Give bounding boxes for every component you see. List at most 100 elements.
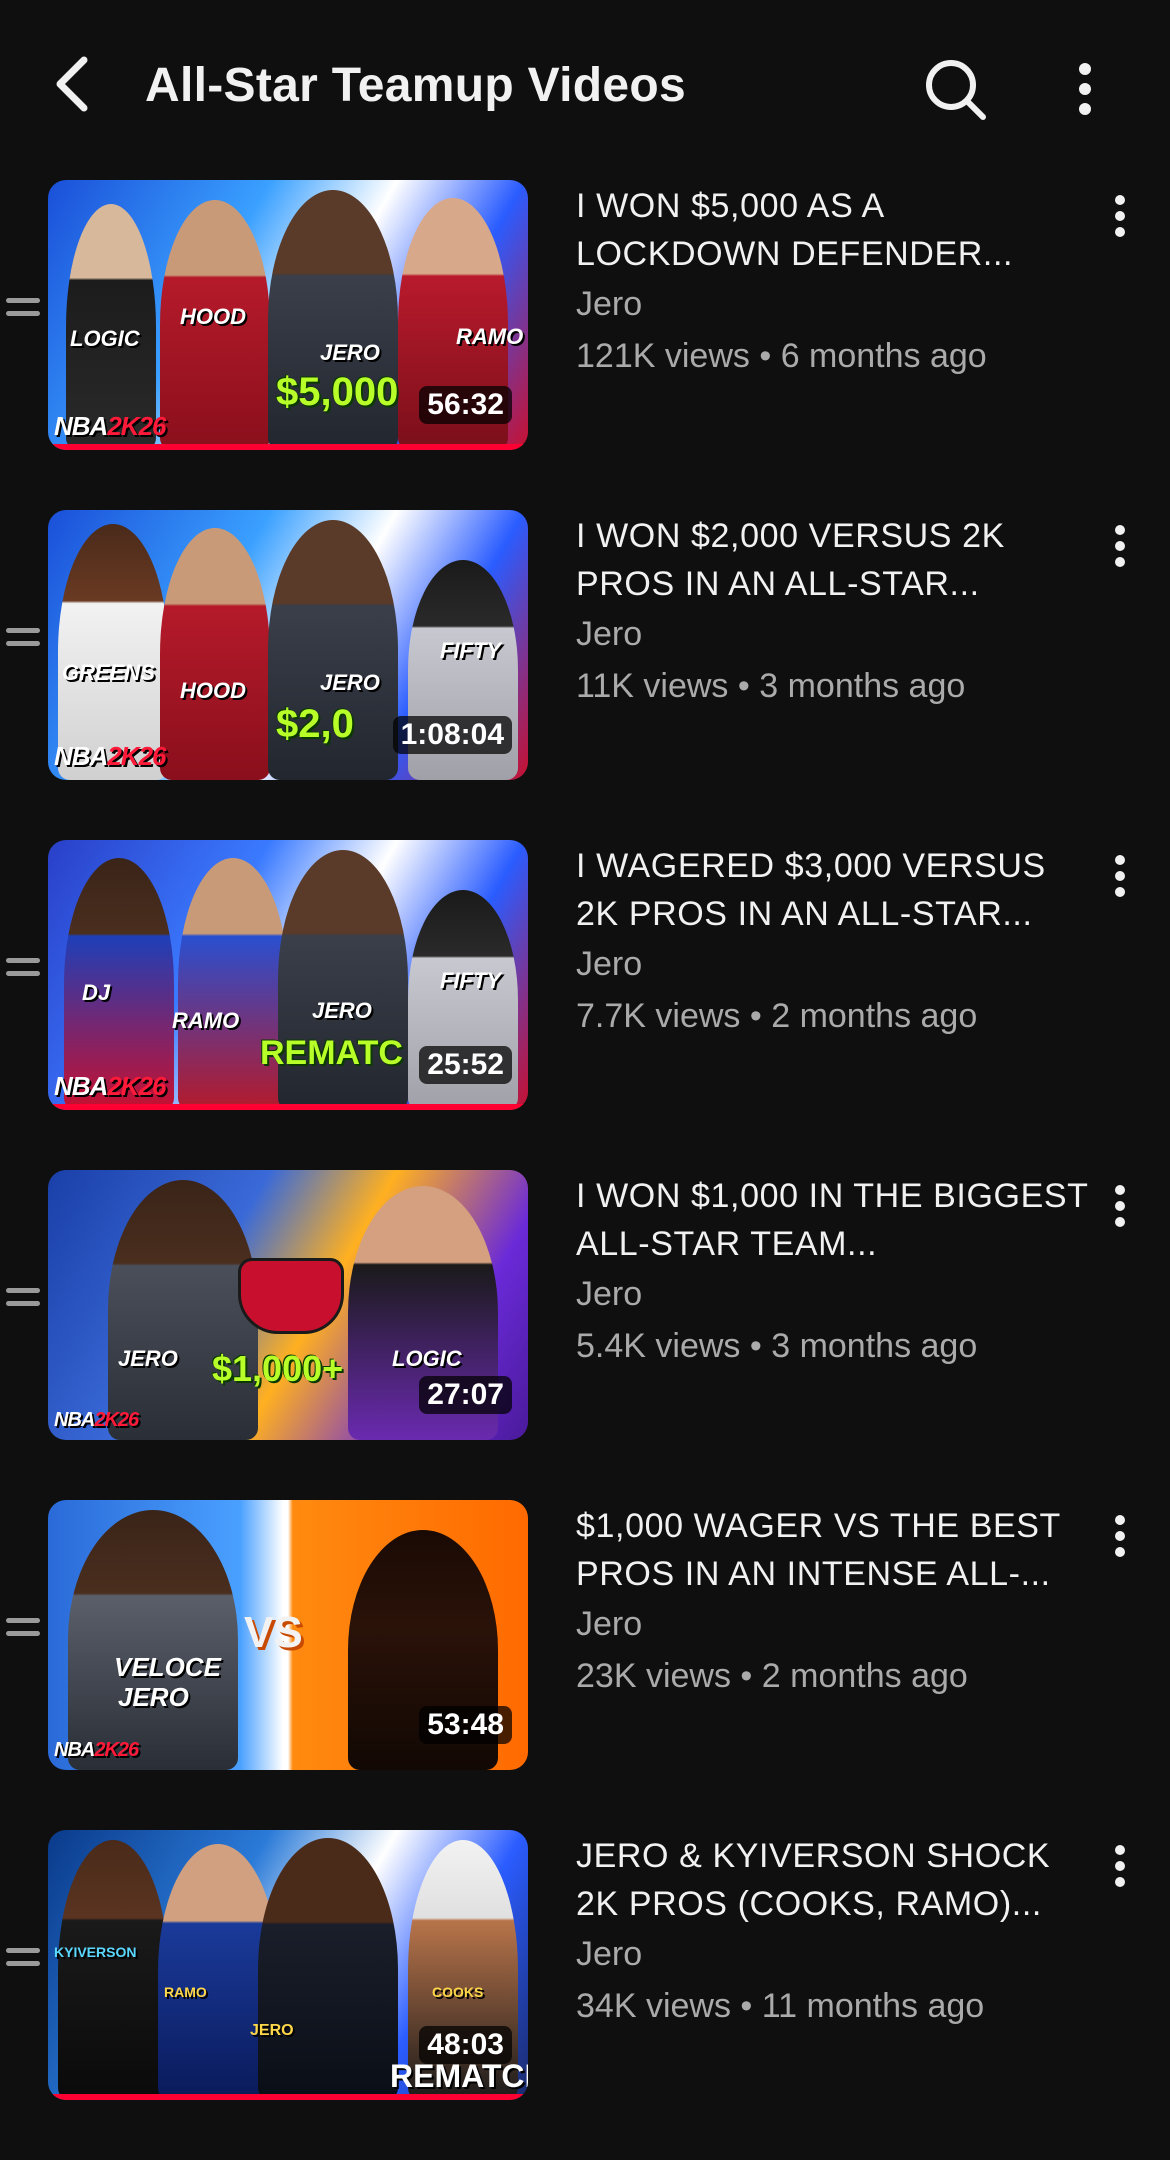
drag-handle-icon[interactable] (6, 298, 42, 334)
thumb-brand: NBA2K26 (54, 411, 167, 441)
video-title[interactable]: I WON $5,000 AS A LOCKDOWN DEFENDER... (576, 182, 1096, 278)
search-button[interactable] (920, 54, 990, 124)
view-count: 7.7K views (576, 997, 741, 1035)
more-vertical-icon (1115, 1185, 1125, 1227)
video-meta: 7.7K views • 2 months ago (576, 990, 1096, 1042)
thumb-label: COOKS (432, 1984, 484, 2000)
more-vertical-icon (1115, 1515, 1125, 1557)
channel-name: Jero (576, 615, 643, 653)
page-title: All-Star Teamup Videos (145, 59, 686, 112)
thumb-label: RAMO (456, 324, 524, 349)
more-vertical-icon (1115, 195, 1125, 237)
video-item[interactable]: JERO LOGIC $1,000+ NBA2K26 27:07 I WON $… (0, 1170, 1170, 1500)
thumb-label: DJ (82, 980, 111, 1005)
video-more-button[interactable] (1100, 524, 1140, 584)
video-info[interactable]: I WON $5,000 AS A LOCKDOWN DEFENDER... J… (576, 182, 1096, 382)
video-title[interactable]: $1,000 WAGER VS THE BEST PROS IN AN INTE… (576, 1502, 1096, 1598)
video-item[interactable]: LOGIC HOOD JERO RAMO $5,000 NBA2K26 56:3… (0, 180, 1170, 510)
duration-badge: 48:03 (419, 2026, 512, 2064)
video-title[interactable]: JERO & KYIVERSON SHOCK 2K PROS (COOKS, R… (576, 1832, 1096, 1928)
video-thumbnail[interactable]: LOGIC HOOD JERO RAMO $5,000 NBA2K26 56:3… (48, 180, 528, 450)
view-count: 5.4K views (576, 1327, 741, 1365)
upload-age: 2 months ago (771, 997, 978, 1035)
duration-badge: 1:08:04 (392, 716, 512, 754)
video-title[interactable]: I WAGERED $3,000 VERSUS 2K PROS IN AN AL… (576, 842, 1096, 938)
video-item[interactable]: GREENS HOOD JERO FIFTY $2,0 NBA2K26 1:08… (0, 510, 1170, 840)
video-info[interactable]: JERO & KYIVERSON SHOCK 2K PROS (COOKS, R… (576, 1832, 1096, 2032)
duration-badge: 56:32 (419, 386, 512, 424)
drag-handle-icon[interactable] (6, 628, 42, 664)
view-count: 34K views (576, 1987, 731, 2025)
watch-progress-bar (48, 2094, 528, 2100)
thumb-brand: NBA2K26 (54, 1739, 139, 1761)
drag-handle-icon[interactable] (6, 1618, 42, 1654)
drag-handle-icon[interactable] (6, 1948, 42, 1984)
more-options-button[interactable] (1060, 54, 1110, 124)
video-info[interactable]: $1,000 WAGER VS THE BEST PROS IN AN INTE… (576, 1502, 1096, 1702)
view-count: 11K views (576, 667, 729, 705)
video-item[interactable]: VELOCE JERO VS NBA2K26 53:48 $1,000 WAGE… (0, 1500, 1170, 1830)
meta-separator: • (740, 1987, 753, 2025)
thumb-label: JERO (118, 1682, 189, 1712)
thumb-label: VELOCE (114, 1652, 221, 1682)
view-count: 121K views (576, 337, 750, 375)
meta-separator: • (759, 337, 772, 375)
thumb-label: RAMO (172, 1008, 240, 1033)
video-thumbnail[interactable]: GREENS HOOD JERO FIFTY $2,0 NBA2K26 1:08… (48, 510, 528, 780)
upload-age: 3 months ago (771, 1327, 978, 1365)
video-info[interactable]: I WON $2,000 VERSUS 2K PROS IN AN ALL-ST… (576, 512, 1096, 712)
video-thumbnail[interactable]: JERO LOGIC $1,000+ NBA2K26 27:07 (48, 1170, 528, 1440)
video-title[interactable]: I WON $2,000 VERSUS 2K PROS IN AN ALL-ST… (576, 512, 1096, 608)
thumb-brand: NBA2K26 (54, 1071, 167, 1101)
more-vertical-icon (1079, 63, 1091, 115)
video-title[interactable]: I WON $1,000 IN THE BIGGEST ALL-STAR TEA… (576, 1172, 1096, 1268)
duration-badge: 25:52 (419, 1046, 512, 1084)
thumb-brand: NBA2K26 (54, 741, 167, 771)
watch-progress-bar (48, 444, 528, 450)
video-more-button[interactable] (1100, 194, 1140, 254)
thumb-brand: NBA2K26 (54, 1409, 139, 1431)
thumb-label: JERO (320, 670, 380, 695)
video-thumbnail[interactable]: KYIVERSON RAMO JERO COOKS REMATCH 48:03 (48, 1830, 528, 2100)
video-meta: 5.4K views • 3 months ago (576, 1320, 1096, 1372)
upload-age: 11 months ago (761, 1987, 985, 2025)
thumb-label: JERO (312, 998, 372, 1023)
thumb-label: KYIVERSON (54, 1944, 137, 1960)
thumb-money-text: $2,0 (276, 702, 354, 746)
view-count: 23K views (576, 1657, 731, 1695)
thumb-money-text: $5,000 (276, 370, 399, 414)
meta-separator: • (749, 997, 762, 1035)
thumb-label: LOGIC (392, 1346, 462, 1371)
drag-handle-icon[interactable] (6, 1288, 42, 1324)
video-item[interactable]: DJ RAMO JERO FIFTY REMATC NBA2K26 25:52 … (0, 840, 1170, 1170)
video-more-button[interactable] (1100, 1184, 1140, 1244)
video-meta: 23K views • 2 months ago (576, 1650, 1096, 1702)
duration-badge: 53:48 (419, 1706, 512, 1744)
video-more-button[interactable] (1100, 1514, 1140, 1574)
video-info[interactable]: I WON $1,000 IN THE BIGGEST ALL-STAR TEA… (576, 1172, 1096, 1372)
video-thumbnail[interactable]: VELOCE JERO VS NBA2K26 53:48 (48, 1500, 528, 1770)
thumb-vs-text: VS (244, 1608, 303, 1657)
video-more-button[interactable] (1100, 854, 1140, 914)
video-item[interactable]: KYIVERSON RAMO JERO COOKS REMATCH 48:03 … (0, 1830, 1170, 2160)
upload-age: 6 months ago (780, 337, 987, 375)
video-thumbnail[interactable]: DJ RAMO JERO FIFTY REMATC NBA2K26 25:52 (48, 840, 528, 1110)
video-meta: 34K views • 11 months ago (576, 1980, 1096, 2032)
drag-handle-icon[interactable] (6, 958, 42, 994)
app-header: All-Star Teamup Videos (0, 0, 1170, 172)
channel-name: Jero (576, 1605, 643, 1643)
back-button[interactable] (40, 52, 104, 116)
back-arrow-icon (56, 56, 88, 112)
more-vertical-icon (1115, 525, 1125, 567)
video-info[interactable]: I WAGERED $3,000 VERSUS 2K PROS IN AN AL… (576, 842, 1096, 1042)
video-list: LOGIC HOOD JERO RAMO $5,000 NBA2K26 56:3… (0, 180, 1170, 2160)
video-more-button[interactable] (1100, 1844, 1140, 1904)
more-vertical-icon (1115, 855, 1125, 897)
channel-name: Jero (576, 1935, 643, 1973)
meta-separator: • (740, 1657, 753, 1695)
thumb-money-text: REMATC (260, 1034, 403, 1072)
channel-name: Jero (576, 945, 643, 983)
search-icon (926, 60, 986, 120)
thumb-label: GREENS (62, 660, 155, 685)
channel-name: Jero (576, 1275, 643, 1313)
